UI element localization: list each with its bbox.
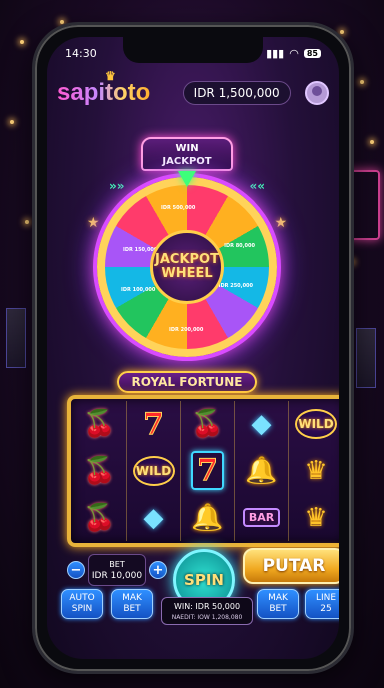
win-jackpot-banner: WIN JACKPOT (141, 137, 233, 171)
reel-cell: WILD (127, 447, 181, 495)
wheel-segment-label: IDR 80,000 (224, 243, 255, 249)
user-icon (312, 86, 322, 96)
seven-symbol: 7 (191, 451, 224, 491)
status-time: 14:30 (65, 46, 97, 60)
wheel-segment-label: IDR 500,000 (161, 205, 196, 211)
max-bet-line1: MAK (268, 593, 288, 603)
reel-cell: ◆ (127, 494, 181, 541)
reel-cell: ◆ (235, 401, 289, 448)
star-icon: ★ (87, 215, 100, 231)
app-header: ♛ sapitoto IDR 1,500,000 (57, 69, 329, 111)
bet-value: IDR 10,000 (91, 571, 143, 581)
reel-cell: WILD (289, 401, 339, 448)
slot-machine-bg (356, 328, 376, 388)
max-bet-line1: MAK (122, 593, 142, 603)
crown-icon: ♛ (304, 455, 328, 486)
bet-increase-button[interactable]: + (149, 561, 167, 579)
credit-amount: NAEDIT: IOW 1,208,080 (171, 614, 243, 621)
win-display: WIN: IDR 50,000 NAEDIT: IOW 1,208,080 (161, 597, 253, 625)
banner-line1: WIN (175, 143, 199, 154)
chevron-right-icon: »» (109, 179, 125, 193)
phone-frame: 14:30 ▮▮▮ ◠ 85 ♛ sapitoto IDR 1,500,000 … (32, 22, 354, 674)
max-bet-button-right[interactable]: MAK BET (257, 589, 299, 619)
wheel-segment-label: IDR 200,000 (169, 327, 204, 333)
wheel-hub: JACKPOT WHEEL (150, 230, 224, 304)
reel-cell: 🔔 (181, 494, 235, 541)
wheel-segment-label: IDR 250,000 (218, 283, 253, 289)
jackpot-wheel[interactable]: IDR 150,000 IDR 80,000 IDR 250,000 IDR 1… (97, 177, 277, 357)
bet-label: BET (109, 560, 125, 569)
cherry-icon: 🍒 (83, 455, 116, 486)
star-icon: ★ (274, 215, 287, 231)
cherry-icon: 🍒 (83, 502, 116, 533)
win-amount: WIN: IDR 50,000 (173, 602, 241, 611)
phone-screen: 14:30 ▮▮▮ ◠ 85 ♛ sapitoto IDR 1,500,000 … (47, 37, 339, 659)
max-bet-line2: BET (123, 604, 141, 614)
bet-decrease-button[interactable]: − (67, 561, 85, 579)
auto-spin-line2: SPIN (71, 604, 93, 614)
putar-button[interactable]: PUTAR (243, 548, 339, 584)
lines-line1: LINE (315, 593, 337, 603)
lines-line2: 25 (320, 604, 332, 614)
max-bet-line2: BET (269, 604, 287, 614)
seven-symbol: 7 (143, 406, 165, 442)
wild-symbol: WILD (132, 455, 175, 486)
bet-display: BET IDR 10,000 (88, 554, 146, 586)
battery-icon: 85 (303, 48, 321, 58)
crown-icon: ♛ (105, 69, 116, 83)
bet-control: − BET IDR 10,000 + (67, 553, 167, 587)
cherry-icon: 🍒 (83, 409, 116, 440)
game-title: ROYAL FORTUNE (117, 371, 257, 393)
reel-cell: ♛ (289, 494, 339, 541)
wifi-icon: ◠ (289, 46, 299, 60)
bell-icon: 🔔 (191, 502, 224, 533)
balance-display: IDR 1,500,000 (182, 81, 291, 105)
avatar[interactable] (305, 81, 329, 105)
reel-cell: 🔔 (235, 447, 289, 495)
reel-cell: 7 (181, 447, 235, 495)
chevron-left-icon: «« (249, 179, 265, 193)
lines-button[interactable]: LINE 25 (305, 589, 339, 619)
crown-icon: ♛ (304, 502, 328, 533)
auto-spin-button[interactable]: AUTO SPIN (61, 589, 103, 619)
jackpot-wheel-area: WIN JACKPOT »» «« ★ ★ IDR 150,000 IDR 80… (87, 137, 287, 377)
wild-symbol: WILD (295, 409, 337, 440)
banner-line2: JACKPOT (162, 156, 212, 167)
slot-machine-bg (6, 308, 26, 368)
reel-cell: 🍒 (181, 401, 235, 448)
hub-line2: WHEEL (161, 266, 213, 281)
slot-reels: 🍒 7 🍒 ◆ WILD 🍒 WILD 7 🔔 ♛ 🍒 ◆ 🔔 BAR ♛ (67, 395, 339, 547)
reel-cell: 🍒 (73, 494, 127, 541)
app-logo[interactable]: ♛ sapitoto (57, 69, 151, 107)
reel-cell: 🍒 (73, 401, 127, 448)
status-bar: 14:30 ▮▮▮ ◠ 85 (65, 45, 321, 61)
reel-cell: BAR (235, 494, 289, 541)
bell-icon: 🔔 (245, 455, 278, 486)
reel-cell: ♛ (289, 448, 339, 495)
signal-icon: ▮▮▮ (266, 46, 285, 60)
diamond-icon: ◆ (143, 502, 164, 533)
wheel-segment-label: IDR 100,000 (121, 287, 156, 293)
max-bet-button-left[interactable]: MAK BET (111, 589, 153, 619)
reel-cell: 7 (127, 401, 181, 448)
bar-symbol: BAR (242, 508, 281, 528)
wheel-pointer (178, 171, 196, 187)
auto-spin-line1: AUTO (69, 593, 95, 603)
cherry-icon: 🍒 (191, 409, 224, 440)
logo-text: sapitoto (57, 79, 151, 106)
reel-cell: 🍒 (73, 447, 127, 495)
diamond-icon: ◆ (251, 409, 272, 440)
hub-line1: JACKPOT (155, 252, 219, 267)
